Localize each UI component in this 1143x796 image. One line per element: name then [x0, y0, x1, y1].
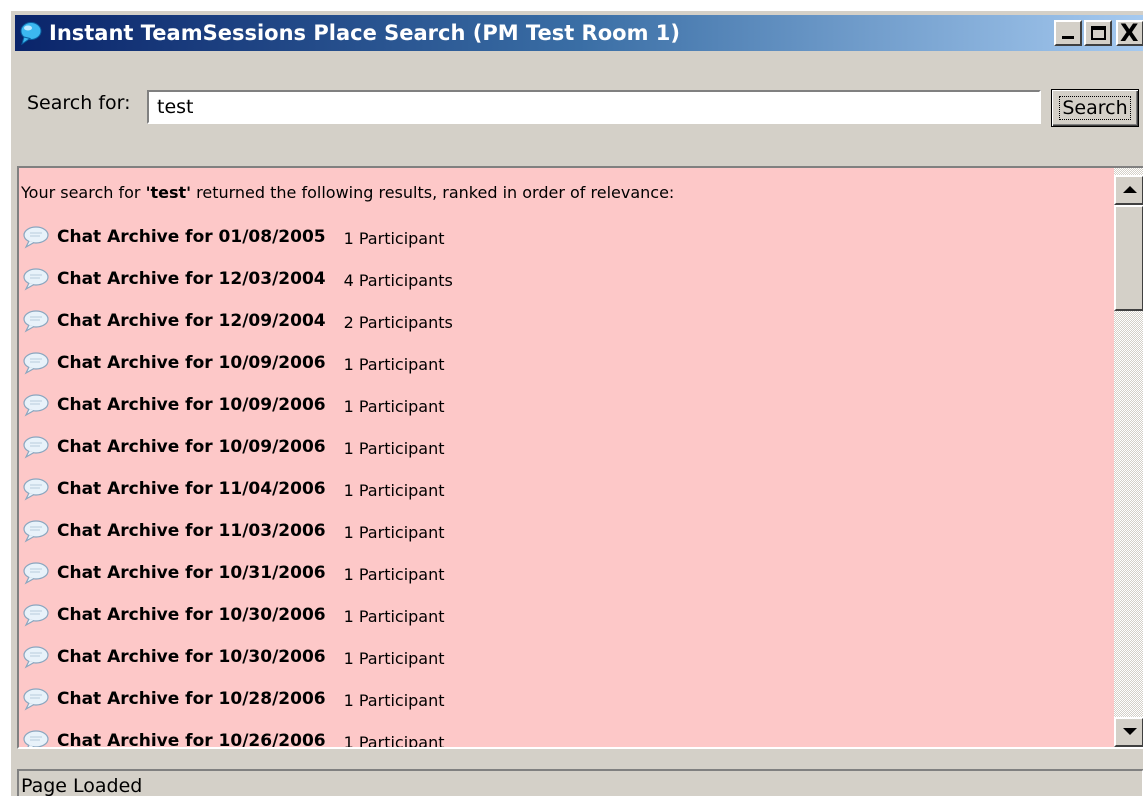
participant-count: 1 Participant	[343, 649, 445, 668]
result-title-link[interactable]: Chat Archive for 12/09/2004	[57, 311, 326, 331]
result-item[interactable]: Chat Archive for 10/26/2006 1 Participant	[21, 720, 453, 749]
participant-count: 1 Participant	[343, 523, 445, 542]
chat-bubble-icon	[21, 645, 51, 669]
result-item[interactable]: Chat Archive for 10/28/2006 1 Participant	[21, 678, 453, 720]
summary-term: 'test'	[145, 183, 192, 202]
search-window: Instant TeamSessions Place Search (PM Te…	[10, 10, 1143, 796]
chat-bubble-icon	[21, 477, 51, 501]
result-title-link[interactable]: Chat Archive for 01/08/2005	[57, 227, 326, 247]
participant-count: 1 Participant	[343, 439, 445, 458]
scroll-up-button[interactable]	[1114, 175, 1143, 205]
chat-bubble-icon	[21, 519, 51, 543]
search-input[interactable]	[147, 90, 1041, 124]
result-title-link[interactable]: Chat Archive for 10/09/2006	[57, 353, 326, 373]
close-button[interactable]: X	[1116, 19, 1143, 47]
results-summary: Your search for 'test' returned the foll…	[21, 183, 674, 202]
result-item[interactable]: Chat Archive for 10/30/2006 1 Participant	[21, 636, 453, 678]
minimize-button[interactable]	[1054, 20, 1082, 46]
participant-count: 1 Participant	[343, 691, 445, 710]
minimize-icon	[1062, 36, 1074, 39]
chat-bubble-icon	[21, 603, 51, 627]
arrow-down-icon	[1123, 728, 1137, 735]
result-title-link[interactable]: Chat Archive for 11/03/2006	[57, 521, 326, 541]
result-item[interactable]: Chat Archive for 10/09/2006 1 Participant	[21, 384, 453, 426]
search-button-label: Search	[1059, 96, 1131, 120]
chat-bubble-icon	[21, 561, 51, 585]
summary-prefix: Your search for	[21, 183, 146, 202]
result-title-link[interactable]: Chat Archive for 10/09/2006	[57, 437, 326, 457]
results-pane: Your search for 'test' returned the foll…	[17, 166, 1143, 749]
results-content: Your search for 'test' returned the foll…	[19, 168, 1114, 747]
result-item[interactable]: Chat Archive for 11/03/2006 1 Participant	[21, 510, 453, 552]
chat-bubble-icon	[21, 435, 51, 459]
chat-bubble-icon	[21, 267, 51, 291]
chat-bubble-icon	[21, 351, 51, 375]
result-item[interactable]: Chat Archive for 01/08/2005 1 Participant	[21, 216, 453, 258]
status-bar: Page Loaded	[17, 769, 1143, 796]
result-title-link[interactable]: Chat Archive for 10/30/2006	[57, 605, 326, 625]
arrow-up-icon	[1123, 186, 1137, 193]
result-list: Chat Archive for 01/08/2005 1 Participant…	[21, 216, 453, 749]
result-item[interactable]: Chat Archive for 11/04/2006 1 Participant	[21, 468, 453, 510]
participant-count: 2 Participants	[343, 313, 453, 332]
title-bar[interactable]: Instant TeamSessions Place Search (PM Te…	[15, 15, 1143, 51]
window-controls: X	[1054, 19, 1143, 47]
search-bar: Search for: Search	[11, 78, 1143, 127]
vertical-scrollbar[interactable]	[1114, 168, 1143, 747]
window-title: Instant TeamSessions Place Search (PM Te…	[49, 21, 680, 45]
result-item[interactable]: Chat Archive for 10/09/2006 1 Participant	[21, 426, 453, 468]
result-title-link[interactable]: Chat Archive for 10/26/2006	[57, 731, 326, 747]
result-title-link[interactable]: Chat Archive for 10/09/2006	[57, 395, 326, 415]
maximize-button[interactable]	[1084, 20, 1112, 46]
scroll-thumb[interactable]	[1114, 205, 1143, 311]
status-text: Page Loaded	[21, 775, 143, 796]
participant-count: 1 Participant	[343, 355, 445, 374]
participant-count: 1 Participant	[343, 397, 445, 416]
result-title-link[interactable]: Chat Archive for 11/04/2006	[57, 479, 326, 499]
result-item[interactable]: Chat Archive for 10/09/2006 1 Participant	[21, 342, 453, 384]
result-item[interactable]: Chat Archive for 10/31/2006 1 Participant	[21, 552, 453, 594]
chat-bubble-icon	[21, 309, 51, 333]
maximize-icon	[1091, 26, 1106, 40]
result-title-link[interactable]: Chat Archive for 10/31/2006	[57, 563, 326, 583]
participant-count: 4 Participants	[343, 271, 453, 290]
speech-bubble-icon	[19, 21, 43, 45]
chat-bubble-icon	[21, 729, 51, 747]
result-title-link[interactable]: Chat Archive for 12/03/2004	[57, 269, 326, 289]
search-button[interactable]: Search	[1051, 89, 1139, 127]
participant-count: 1 Participant	[343, 565, 445, 584]
summary-suffix: returned the following results, ranked i…	[191, 183, 675, 202]
result-title-link[interactable]: Chat Archive for 10/30/2006	[57, 647, 326, 667]
chat-bubble-icon	[21, 225, 51, 249]
result-item[interactable]: Chat Archive for 12/09/2004 2 Participant…	[21, 300, 453, 342]
result-title-link[interactable]: Chat Archive for 10/28/2006	[57, 689, 326, 709]
participant-count: 1 Participant	[343, 229, 445, 248]
chat-bubble-icon	[21, 687, 51, 711]
search-label: Search for:	[27, 92, 131, 114]
chat-bubble-icon	[21, 393, 51, 417]
close-icon: X	[1120, 19, 1139, 47]
result-item[interactable]: Chat Archive for 10/30/2006 1 Participant	[21, 594, 453, 636]
result-item[interactable]: Chat Archive for 12/03/2004 4 Participant…	[21, 258, 453, 300]
participant-count: 1 Participant	[343, 733, 445, 749]
participant-count: 1 Participant	[343, 481, 445, 500]
scroll-down-button[interactable]	[1114, 717, 1143, 747]
participant-count: 1 Participant	[343, 607, 445, 626]
